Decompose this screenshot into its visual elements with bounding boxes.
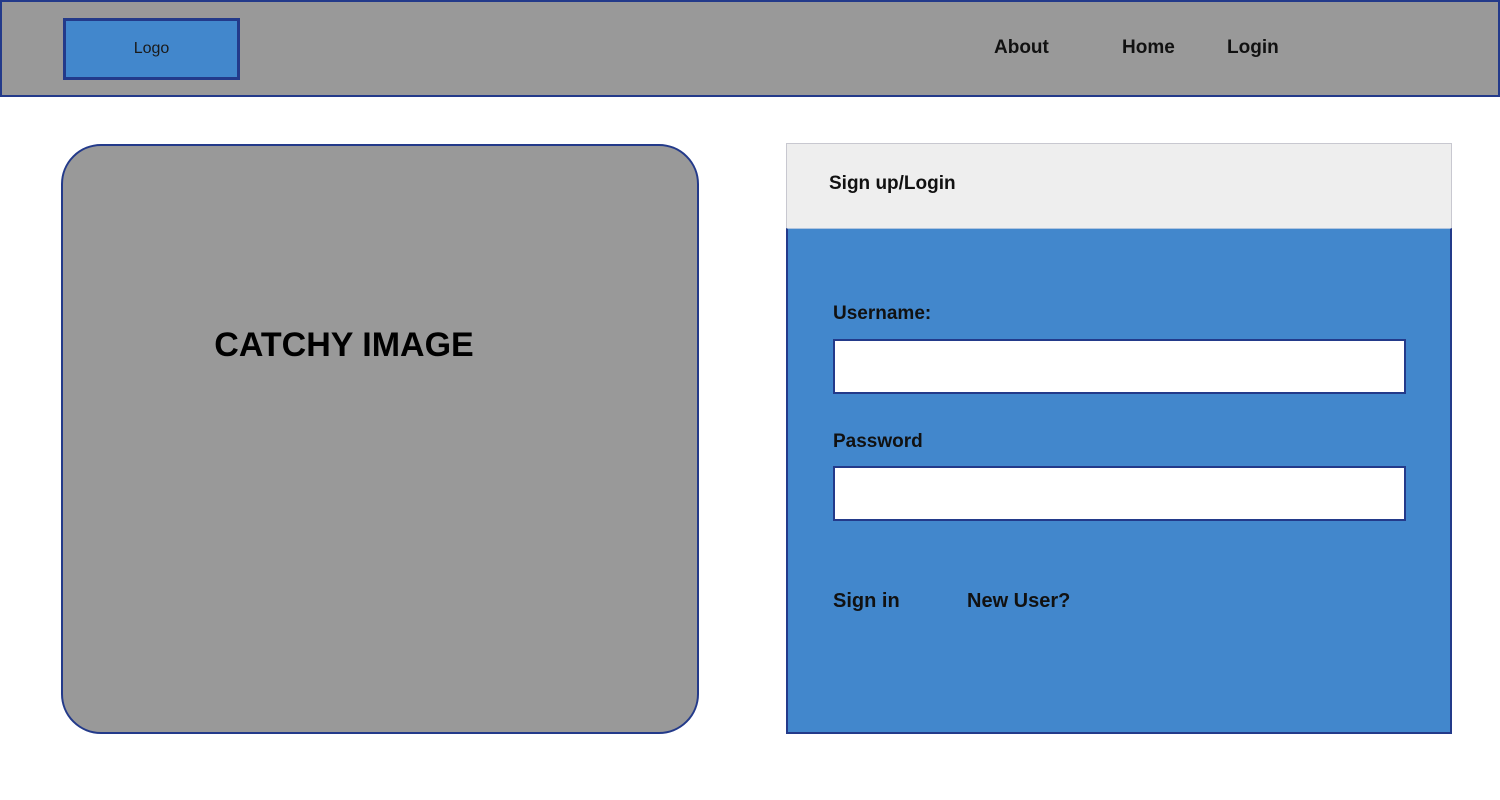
top-nav-bar: Logo About Home Login [0,0,1500,97]
nav-link-about[interactable]: About [994,37,1049,59]
nav-link-home[interactable]: Home [1122,37,1175,59]
logo[interactable]: Logo [63,18,240,80]
login-panel-title: Sign up/Login [829,173,956,194]
username-input[interactable] [833,339,1406,394]
hero-image-placeholder: CATCHY IMAGE [61,144,699,734]
hero-image-text: CATCHY IMAGE [214,326,474,364]
login-form: Username: Password Sign in New User? [786,228,1452,734]
new-user-link[interactable]: New User? [967,590,1070,613]
password-input[interactable] [833,466,1406,521]
sign-in-button[interactable]: Sign in [833,590,900,613]
nav-link-login[interactable]: Login [1227,37,1279,59]
username-label: Username: [833,303,932,324]
login-panel-header: Sign up/Login [786,143,1452,229]
password-label: Password [833,431,923,452]
